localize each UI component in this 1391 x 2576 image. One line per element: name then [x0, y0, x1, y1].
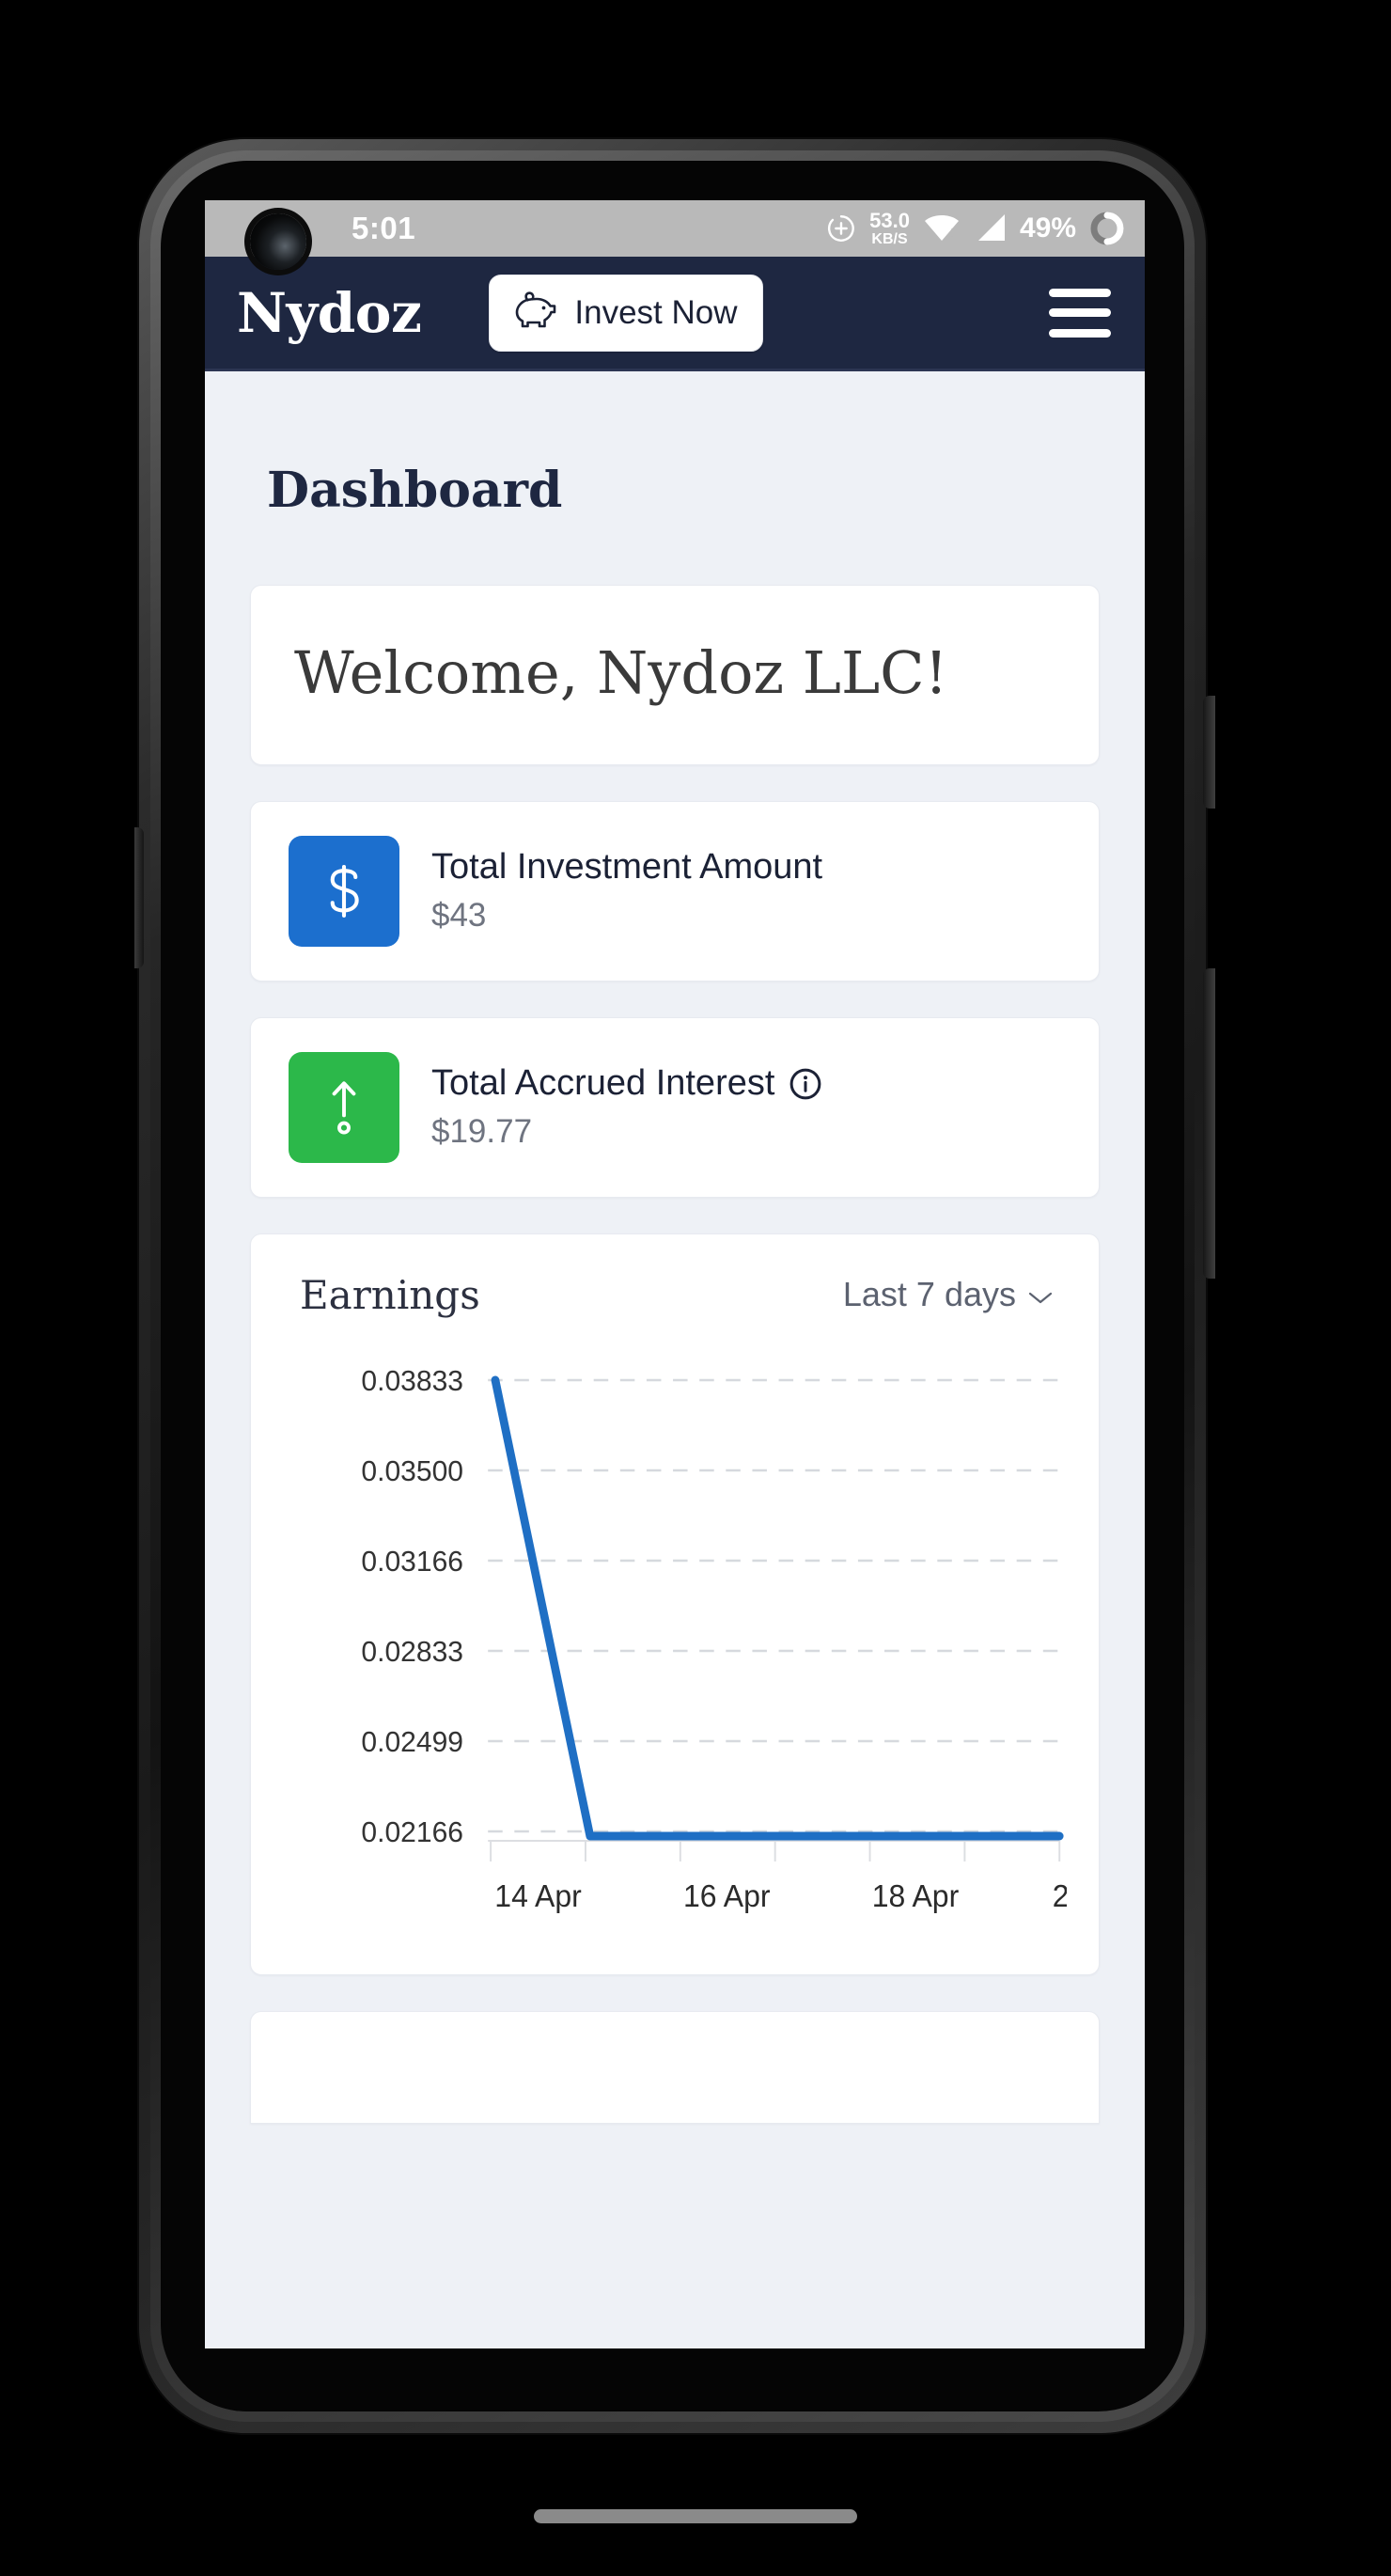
app-header: Nydoz Invest Now	[205, 257, 1145, 371]
status-bar: 5:01 53.0 KB/S 49%	[205, 200, 1145, 257]
hamburger-bar-1	[1049, 288, 1111, 297]
brand-logo[interactable]: Nydoz	[237, 286, 422, 340]
earnings-line-chart[interactable]: 0.03833 0.03500 0.03166 0.02833 0.02499 …	[283, 1359, 1067, 1942]
chart-series-earnings	[491, 1375, 1064, 1841]
page-title: Dashboard	[267, 462, 563, 519]
total-investment-amount-label: Total Investment Amount	[431, 847, 823, 887]
welcome-card: Welcome, Nydoz LLC!	[250, 585, 1100, 765]
y-tick-4: 0.02499	[361, 1725, 463, 1758]
dollar-sign-icon	[289, 835, 399, 947]
y-tick-2: 0.03166	[361, 1545, 463, 1578]
front-camera-punch-hole	[250, 213, 306, 270]
arrow-up-icon	[289, 1051, 399, 1163]
total-accrued-interest-card[interactable]: Total Accrued Interest $19.77	[250, 1016, 1100, 1198]
sync-icon	[825, 212, 857, 244]
total-accrued-interest-value: $19.77	[431, 1113, 533, 1151]
earnings-range-dropdown[interactable]: Last 7 days	[843, 1275, 1054, 1314]
battery-percent-label: 49%	[1019, 212, 1076, 243]
volume-button[interactable]	[1203, 968, 1215, 1279]
total-accrued-interest-body: Total Accrued Interest $19.77	[431, 1063, 823, 1151]
chart-x-ticks	[490, 1840, 1061, 1861]
earnings-chart-header: Earnings Last 7 days	[283, 1272, 1067, 1318]
network-speed-unit: KB/S	[871, 230, 908, 247]
x-tick-1: 16 Apr	[683, 1878, 771, 1913]
y-tick-1: 0.03500	[361, 1454, 463, 1487]
earnings-range-label: Last 7 days	[842, 1275, 1016, 1314]
earnings-chart-card: Earnings Last 7 days 0.03833 0.03500 0.0…	[250, 1233, 1100, 1975]
invest-now-label: Invest Now	[574, 293, 738, 331]
screenshot-stage: 5:01 53.0 KB/S 49% Nydoz Invest Now Dash…	[0, 0, 1391, 2576]
x-tick-3: 20 Apr	[1053, 1878, 1067, 1913]
left-side-button[interactable]	[134, 827, 144, 968]
y-tick-3: 0.02833	[361, 1635, 463, 1668]
dashboard-content: Dashboard Welcome, Nydoz LLC! Total Inve…	[205, 462, 1145, 2152]
wifi-icon	[922, 212, 961, 244]
phone-screen: 5:01 53.0 KB/S 49% Nydoz Invest Now Dash…	[205, 200, 1145, 2348]
earnings-chart-svg: 0.03833 0.03500 0.03166 0.02833 0.02499 …	[361, 1364, 1067, 1913]
earnings-title: Earnings	[300, 1271, 480, 1318]
content-bottom-spacer	[250, 2124, 1100, 2152]
network-speed-value: 53.0	[869, 208, 910, 232]
status-bar-clock: 5:01	[352, 211, 416, 245]
hamburger-menu-icon[interactable]	[1049, 288, 1111, 338]
next-card-partial[interactable]	[250, 2010, 1100, 2124]
power-button[interactable]	[1203, 696, 1215, 809]
total-investment-amount-title: Total Investment Amount	[431, 847, 822, 887]
chart-y-tick-labels: 0.03833 0.03500 0.03166 0.02833 0.02499 …	[361, 1364, 463, 1848]
x-tick-2: 18 Apr	[872, 1878, 960, 1913]
x-tick-0: 14 Apr	[494, 1878, 582, 1913]
total-investment-amount-value: $43	[431, 897, 487, 935]
chart-x-tick-labels: 14 Apr 16 Apr 18 Apr 20 Apr	[494, 1878, 1067, 1913]
info-circle-icon[interactable]	[788, 1066, 823, 1102]
network-speed-indicator: 53.0 KB/S	[869, 208, 910, 247]
total-investment-amount-body: Total Investment Amount $43	[431, 847, 822, 935]
welcome-message: Welcome, Nydoz LLC!	[294, 638, 948, 707]
cellular-signal-icon	[974, 212, 1008, 244]
status-bar-indicators: 53.0 KB/S 49%	[825, 210, 1126, 247]
chevron-down-icon	[1027, 1275, 1054, 1314]
hamburger-bar-3	[1049, 328, 1111, 338]
home-indicator-pill[interactable]	[534, 2509, 857, 2523]
battery-ring-icon	[1088, 210, 1126, 247]
piggy-bank-icon	[514, 291, 557, 335]
total-accrued-interest-title: Total Accrued Interest	[431, 1063, 823, 1104]
invest-now-button[interactable]: Invest Now	[489, 274, 763, 352]
total-accrued-interest-label: Total Accrued Interest	[431, 1063, 775, 1104]
y-tick-0: 0.03833	[361, 1364, 463, 1397]
hamburger-bar-2	[1049, 308, 1111, 317]
total-investment-amount-card[interactable]: Total Investment Amount $43	[250, 800, 1100, 982]
y-tick-5: 0.02166	[361, 1815, 463, 1848]
